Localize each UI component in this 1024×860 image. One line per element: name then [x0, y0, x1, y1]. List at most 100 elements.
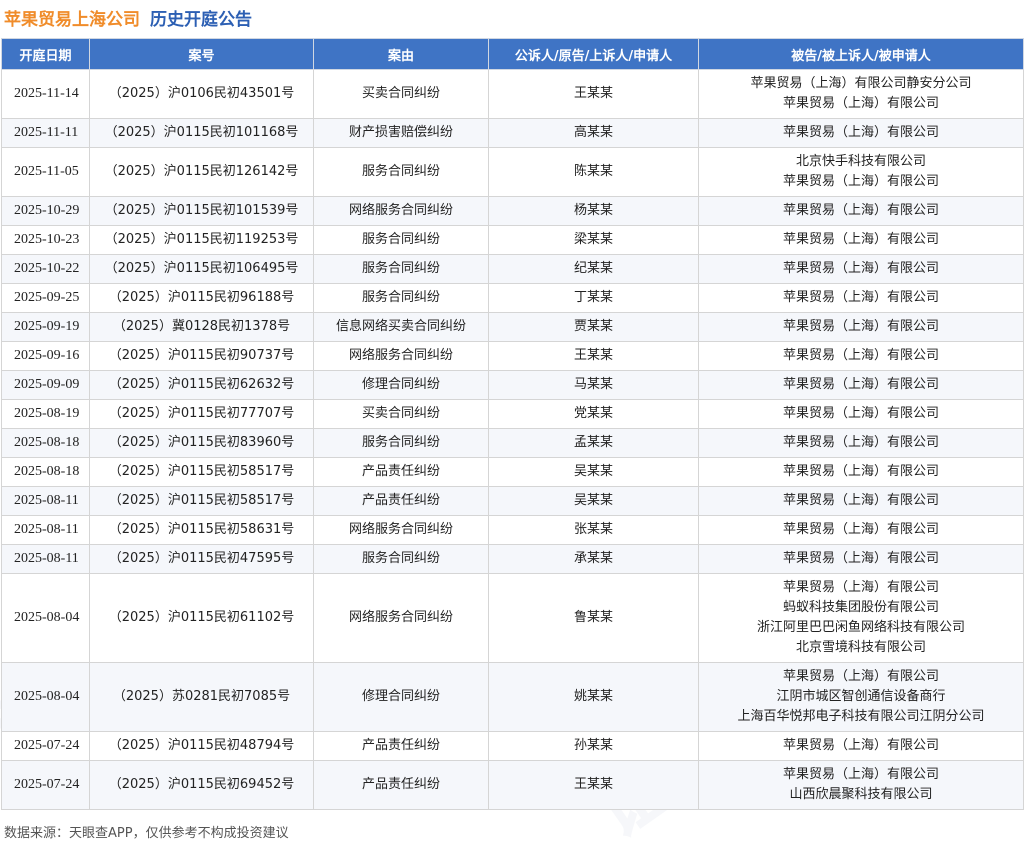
cell-defendants: 苹果贸易（上海）有限公司 [698, 486, 1024, 516]
cell-case-no: （2025）沪0115民初69452号 [89, 760, 314, 810]
cell-date: 2025-07-24 [1, 731, 90, 761]
defendant-name: 苹果贸易（上海）有限公司 [782, 580, 939, 595]
table-row: 2025-10-23 （2025）沪0115民初119253号 服务合同纠纷 梁某某 苹… [1, 225, 1024, 255]
cell-cause: 修理合同纠纷 [313, 662, 489, 732]
cell-date: 2025-09-09 [1, 370, 90, 400]
cell-defendants: 苹果贸易（上海）有限公司 [698, 254, 1024, 284]
cell-case-no: （2025）沪0115民初48794号 [89, 731, 314, 761]
table-row: 2025-08-04 （2025）沪0115民初61102号 网络服务合同纠纷 鲁某某… [1, 573, 1024, 663]
table-row: 2025-08-04 （2025）苏0281民初7085号 修理合同纠纷 姚某某 苹果贸… [1, 662, 1024, 732]
table-row: 2025-09-25 （2025）沪0115民初96188号 服务合同纠纷 丁某某 苹果… [1, 283, 1024, 313]
cell-defendants: 苹果贸易（上海）有限公司 江阴市城区智创通信设备商行 上海百华悦邦电子科技有限公司江… [698, 662, 1024, 732]
cell-cause: 财产损害赔偿纠纷 [313, 118, 489, 148]
defendant-name: 苹果贸易（上海）有限公司 [782, 96, 939, 111]
column-header-cause: 案由 [313, 38, 489, 70]
cell-date: 2025-10-29 [1, 196, 90, 226]
table-row: 2025-07-24 （2025）沪0115民初69452号 产品责任纠纷 王某某 苹果… [1, 760, 1024, 810]
defendant-name: 苹果贸易（上海）有限公司 [782, 348, 939, 363]
cell-defendants: 苹果贸易（上海）有限公司静安分公司 苹果贸易（上海）有限公司 [698, 69, 1024, 119]
cell-defendants: 苹果贸易（上海）有限公司 山西欣晨聚科技有限公司 [698, 760, 1024, 810]
cell-date: 2025-08-11 [1, 515, 90, 545]
cell-case-no: （2025）沪0115民初90737号 [89, 341, 314, 371]
cell-plaintiff: 张某某 [488, 515, 699, 545]
cell-defendants: 苹果贸易（上海）有限公司 [698, 731, 1024, 761]
defendant-name: 苹果贸易（上海）有限公司 [782, 125, 939, 140]
defendant-name: 苹果贸易（上海）有限公司 [782, 319, 939, 334]
cell-cause: 服务合同纠纷 [313, 147, 489, 197]
cell-plaintiff: 陈某某 [488, 147, 699, 197]
cell-cause: 产品责任纠纷 [313, 731, 489, 761]
cell-cause: 买卖合同纠纷 [313, 69, 489, 119]
cell-date: 2025-08-11 [1, 486, 90, 516]
cell-date: 2025-09-25 [1, 283, 90, 313]
cell-plaintiff: 孙某某 [488, 731, 699, 761]
cell-defendants: 苹果贸易（上海）有限公司 [698, 312, 1024, 342]
cell-date: 2025-08-04 [1, 573, 90, 663]
table-row: 2025-08-18 （2025）沪0115民初83960号 服务合同纠纷 孟某某 苹果… [1, 428, 1024, 458]
cell-case-no: （2025）沪0115民初106495号 [89, 254, 314, 284]
defendant-name: 山西欣晨聚科技有限公司 [789, 787, 933, 802]
table-row: 2025-11-14 （2025）沪0106民初43501号 买卖合同纠纷 王某某 苹果… [1, 69, 1024, 119]
cell-plaintiff: 马某某 [488, 370, 699, 400]
cell-defendants: 北京快手科技有限公司 苹果贸易（上海）有限公司 [698, 147, 1024, 197]
table-row: 2025-09-16 （2025）沪0115民初90737号 网络服务合同纠纷 王某某… [1, 341, 1024, 371]
cell-plaintiff: 吴某某 [488, 457, 699, 487]
cell-plaintiff: 王某某 [488, 760, 699, 810]
column-header-defendant: 被告/被上诉人/被申请人 [698, 38, 1024, 70]
cell-cause: 修理合同纠纷 [313, 370, 489, 400]
cell-case-no: （2025）沪0115民初101168号 [89, 118, 314, 148]
cell-date: 2025-08-11 [1, 544, 90, 574]
cell-cause: 产品责任纠纷 [313, 760, 489, 810]
cell-defendants: 苹果贸易（上海）有限公司 [698, 457, 1024, 487]
cell-date: 2025-08-18 [1, 457, 90, 487]
cell-case-no: （2025）沪0115民初58517号 [89, 457, 314, 487]
cell-case-no: （2025）沪0115民初96188号 [89, 283, 314, 313]
defendant-name: 北京快手科技有限公司 [795, 154, 926, 169]
table-body: 2025-11-14 （2025）沪0106民初43501号 买卖合同纠纷 王某某 苹果… [1, 69, 1024, 810]
defendant-name: 苹果贸易（上海）有限公司 [782, 203, 939, 218]
cell-case-no: （2025）沪0115民初83960号 [89, 428, 314, 458]
defendant-name: 苹果贸易（上海）有限公司 [782, 522, 939, 537]
cell-date: 2025-09-19 [1, 312, 90, 342]
cell-cause: 网络服务合同纠纷 [313, 196, 489, 226]
cell-case-no: （2025）沪0115民初119253号 [89, 225, 314, 255]
cell-case-no: （2025）沪0115民初47595号 [89, 544, 314, 574]
table-row: 2025-11-05 （2025）沪0115民初126142号 服务合同纠纷 陈某某北… [1, 147, 1024, 197]
table-row: 2025-07-24 （2025）沪0115民初48794号 产品责任纠纷 孙某某 苹果… [1, 731, 1024, 761]
table-header-row: 开庭日期 案号 案由 公诉人/原告/上诉人/申请人 被告/被上诉人/被申请人 [1, 38, 1024, 70]
cell-cause: 信息网络买卖合同纠纷 [313, 312, 489, 342]
defendant-name: 苹果贸易（上海）有限公司静安分公司 [750, 76, 972, 91]
defendant-name: 苹果贸易（上海）有限公司 [782, 738, 939, 753]
cell-defendants: 苹果贸易（上海）有限公司 [698, 341, 1024, 371]
cell-cause: 产品责任纠纷 [313, 457, 489, 487]
cell-cause: 买卖合同纠纷 [313, 399, 489, 429]
table-row: 2025-08-19 （2025）沪0115民初77707号 买卖合同纠纷 党某某 苹果… [1, 399, 1024, 429]
cell-cause: 服务合同纠纷 [313, 254, 489, 284]
cell-date: 2025-08-19 [1, 399, 90, 429]
cell-plaintiff: 姚某某 [488, 662, 699, 732]
cell-case-no: （2025）沪0115民初62632号 [89, 370, 314, 400]
cell-cause: 服务合同纠纷 [313, 283, 489, 313]
cell-defendants: 苹果贸易（上海）有限公司 [698, 118, 1024, 148]
cell-case-no: （2025）沪0115民初58631号 [89, 515, 314, 545]
cell-plaintiff: 党某某 [488, 399, 699, 429]
cell-defendants: 苹果贸易（上海）有限公司 [698, 283, 1024, 313]
table-row: 2025-11-11 （2025）沪0115民初101168号 财产损害赔偿纠纷 高某… [1, 118, 1024, 148]
cell-case-no: （2025）沪0115民初77707号 [89, 399, 314, 429]
cell-date: 2025-08-04 [1, 662, 90, 732]
defendant-name: 苹果贸易（上海）有限公司 [782, 669, 939, 684]
cell-case-no: （2025）沪0115民初126142号 [89, 147, 314, 197]
cell-case-no: （2025）苏0281民初7085号 [89, 662, 314, 732]
cell-defendants: 苹果贸易（上海）有限公司 蚂蚁科技集团股份有限公司 浙江阿里巴巴闲鱼网络科技有限公司… [698, 573, 1024, 663]
cell-plaintiff: 鲁某某 [488, 573, 699, 663]
cell-defendants: 苹果贸易（上海）有限公司 [698, 196, 1024, 226]
cell-case-no: （2025）沪0106民初43501号 [89, 69, 314, 119]
cell-case-no: （2025）沪0115民初58517号 [89, 486, 314, 516]
page-header: 苹果贸易上海公司 历史开庭公告 [0, 0, 1024, 34]
defendant-name: 苹果贸易（上海）有限公司 [782, 551, 939, 566]
column-header-plaintiff: 公诉人/原告/上诉人/申请人 [488, 38, 699, 70]
cell-cause: 服务合同纠纷 [313, 544, 489, 574]
defendant-name: 浙江阿里巴巴闲鱼网络科技有限公司 [756, 620, 965, 635]
cell-defendants: 苹果贸易（上海）有限公司 [698, 428, 1024, 458]
company-title: 苹果贸易上海公司 [4, 9, 140, 30]
